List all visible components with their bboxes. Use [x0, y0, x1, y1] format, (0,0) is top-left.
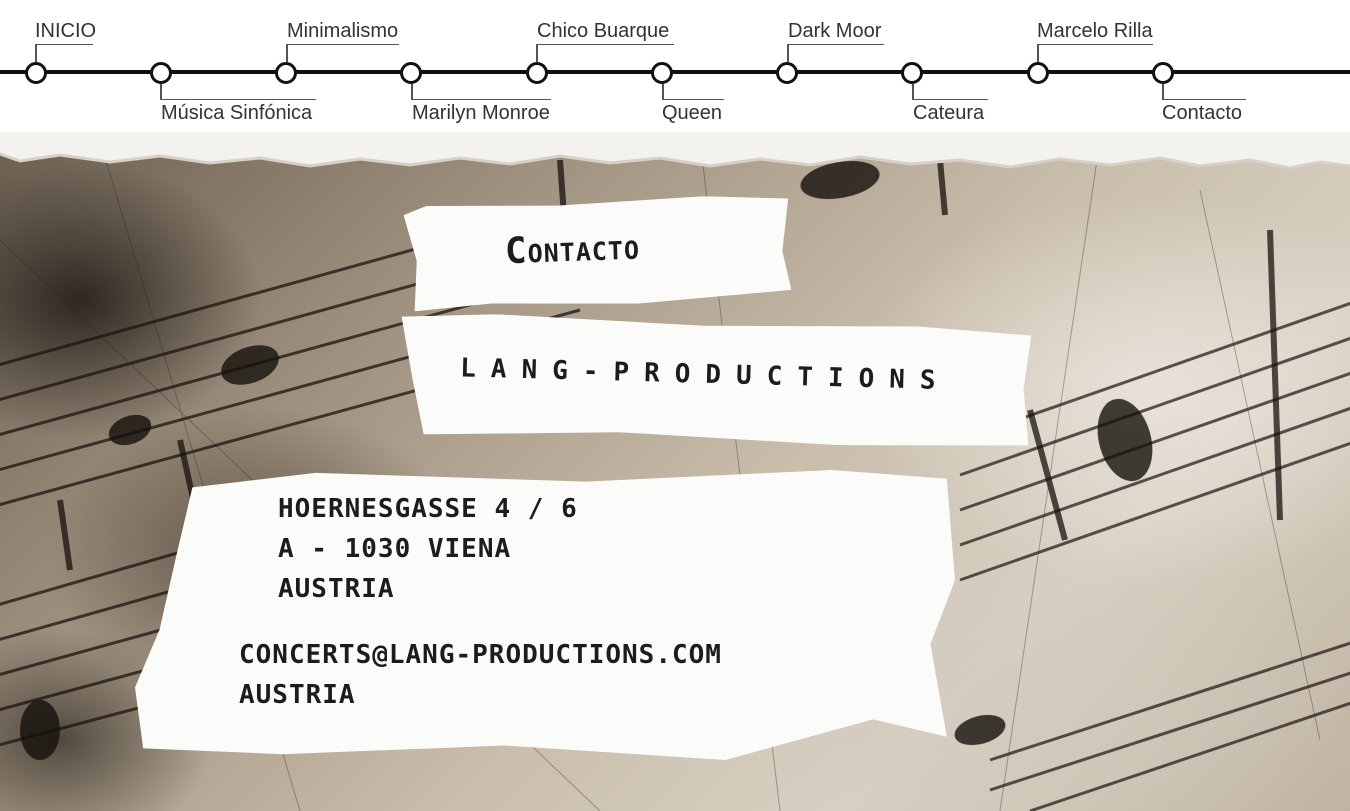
nav-link-musica-sinfonica[interactable]: Música Sinfónica: [161, 102, 312, 125]
timeline-nav: INICIO Música Sinfónica Minimalismo Mari…: [0, 0, 1350, 150]
address-country: AUSTRIA: [278, 574, 395, 604]
torn-paper-edge: [0, 132, 1350, 170]
nav-link-marilyn-monroe[interactable]: Marilyn Monroe: [412, 102, 550, 125]
email-link[interactable]: CONCERTS@LANG-PRODUCTIONS.COM: [239, 640, 722, 670]
nav-link-inicio[interactable]: INICIO: [35, 20, 96, 43]
nav-link-contacto[interactable]: Contacto: [1162, 102, 1242, 125]
nav-link-chico-buarque[interactable]: Chico Buarque: [537, 20, 669, 43]
nav-link-cateura[interactable]: Cateura: [913, 102, 984, 125]
nav-link-dark-moor[interactable]: Dark Moor: [788, 20, 881, 43]
nav-link-marcelo-rilla[interactable]: Marcelo Rilla: [1037, 20, 1153, 43]
timeline-track: [0, 70, 1350, 74]
nav-node-inicio[interactable]: [25, 62, 47, 84]
nav-node-queen[interactable]: [651, 62, 673, 84]
nav-node-minimalismo[interactable]: [275, 62, 297, 84]
nav-node-contacto[interactable]: [1152, 62, 1174, 84]
email-country: AUSTRIA: [239, 680, 356, 710]
nav-node-chico-buarque[interactable]: [526, 62, 548, 84]
nav-node-marcelo-rilla[interactable]: [1027, 62, 1049, 84]
address-street: HOERNESGASSE 4 / 6: [278, 494, 578, 524]
nav-node-musica-sinfonica[interactable]: [150, 62, 172, 84]
nav-node-marilyn-monroe[interactable]: [400, 62, 422, 84]
brand-name: LANG-PRODUCTIONS: [459, 353, 951, 397]
title-card: Contacto: [403, 193, 791, 311]
nav-link-queen[interactable]: Queen: [662, 102, 722, 125]
nav-node-dark-moor[interactable]: [776, 62, 798, 84]
nav-node-cateura[interactable]: [901, 62, 923, 84]
address-card: HOERNESGASSE 4 / 6 A - 1030 VIENA AUSTRI…: [135, 470, 955, 760]
page-title: Contacto: [504, 226, 641, 273]
nav-link-minimalismo[interactable]: Minimalismo: [287, 20, 398, 43]
address-city: A - 1030 VIENA: [278, 534, 512, 564]
brand-card: LANG-PRODUCTIONS: [399, 312, 1032, 450]
